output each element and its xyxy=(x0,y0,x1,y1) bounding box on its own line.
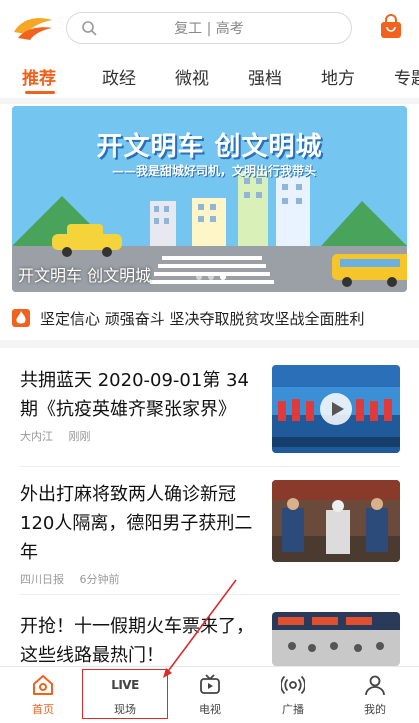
nav-home-label: 首页 xyxy=(32,703,54,716)
nav-profile[interactable]: 我的 xyxy=(340,673,410,717)
tab-recommend[interactable]: 推荐 xyxy=(22,64,56,89)
news-title: 外出打麻将致两人确诊新冠 120人隔离，德阳男子获刑二年 xyxy=(20,484,253,563)
nav-radio-label: 广播 xyxy=(282,703,304,716)
news-item[interactable]: 共拥蓝天 2020-09-01第 34 期《抗疫英雄齐聚张家界》 大内江 刚刚 xyxy=(20,366,270,444)
banner-headline: 开文明车 创文明城 xyxy=(96,132,323,162)
news-item[interactable]: 开抢！十一假期火车票来了，这些线路最热门！ xyxy=(20,612,270,670)
ticker-text: 坚定信心 顽强奋斗 坚决夺取脱贫攻坚战全面胜利 xyxy=(40,309,365,328)
news-thumbnail[interactable] xyxy=(272,480,400,562)
category-tabs: 推荐 政经 微视 强档 地方 专题 xyxy=(0,56,419,96)
carousel-dot[interactable] xyxy=(196,274,202,280)
nav-home[interactable]: 首页 xyxy=(8,673,78,717)
news-divider xyxy=(20,594,400,595)
fire-icon xyxy=(12,309,30,327)
news-thumbnail[interactable] xyxy=(272,612,400,666)
banner-subtitle: ——我是甜城好司机，文明出行我带头 xyxy=(112,164,317,178)
carousel-dot-active[interactable] xyxy=(220,274,226,280)
news-title: 开抢！十一假期火车票来了，这些线路最热门！ xyxy=(20,616,254,666)
bottom-navigation: 首页 LIVE 现场 电视 广播 我的 xyxy=(0,666,419,723)
news-source: 四川日报 xyxy=(20,573,64,586)
nav-radio[interactable]: 广播 xyxy=(258,673,328,717)
tab-featured[interactable]: 强档 xyxy=(248,64,282,89)
news-meta: 大内江 刚刚 xyxy=(20,428,270,444)
carousel-dots xyxy=(196,274,226,280)
banner-carousel[interactable]: 开文明车 创文明城 ——我是甜城好司机，文明出行我带头 开文明车 创文明城 xyxy=(12,106,407,292)
app-header: 复工 | 高考 xyxy=(0,0,419,56)
header-divider xyxy=(0,98,419,104)
profile-icon xyxy=(365,675,385,696)
news-title: 共拥蓝天 2020-09-01第 34 期《抗疫英雄齐聚张家界》 xyxy=(20,370,249,420)
active-tab-indicator xyxy=(25,91,55,94)
search-bar[interactable]: 复工 | 高考 xyxy=(66,12,352,44)
search-placeholder: 复工 | 高考 xyxy=(174,21,244,37)
annotation-highlight-box xyxy=(82,669,168,719)
tab-politics-economy[interactable]: 政经 xyxy=(102,64,136,89)
banner-caption: 开文明车 创文明城 xyxy=(18,266,152,285)
news-thumbnail[interactable] xyxy=(272,365,400,453)
tv-icon xyxy=(200,674,220,694)
carousel-dot[interactable] xyxy=(208,274,214,280)
courtroom-image xyxy=(272,480,400,562)
tab-special[interactable]: 专题 xyxy=(394,64,419,89)
news-meta: 四川日报 6分钟前 xyxy=(20,571,270,587)
news-divider xyxy=(20,466,400,467)
section-separator xyxy=(0,340,419,348)
nav-profile-label: 我的 xyxy=(364,703,386,716)
search-icon xyxy=(82,21,97,36)
news-time: 6分钟前 xyxy=(79,573,120,586)
play-icon[interactable] xyxy=(320,393,352,425)
broadcast-icon xyxy=(281,675,305,695)
home-icon xyxy=(33,675,53,695)
tab-micro-video[interactable]: 微视 xyxy=(175,64,209,89)
nav-tv-label: 电视 xyxy=(199,703,221,716)
tab-local[interactable]: 地方 xyxy=(321,64,355,89)
news-time: 刚刚 xyxy=(68,430,91,443)
shopping-bag-icon[interactable] xyxy=(378,14,404,40)
news-item[interactable]: 外出打麻将致两人确诊新冠 120人隔离，德阳男子获刑二年 四川日报 6分钟前 xyxy=(20,480,270,587)
headline-ticker[interactable]: 坚定信心 顽强奋斗 坚决夺取脱贫攻坚战全面胜利 xyxy=(12,304,412,332)
app-logo-icon[interactable] xyxy=(12,14,54,42)
train-station-image xyxy=(272,612,400,666)
nav-tv[interactable]: 电视 xyxy=(175,673,245,717)
news-source: 大内江 xyxy=(20,430,53,443)
